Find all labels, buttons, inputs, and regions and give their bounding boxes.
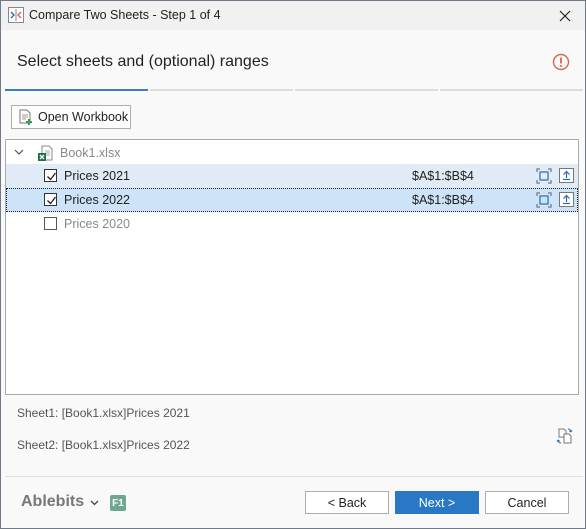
footer-divider [5,476,583,477]
open-workbook-button[interactable]: Open Workbook [11,105,131,129]
open-workbook-label: Open Workbook [38,110,129,124]
step-4-indicator [440,89,583,91]
title-bar: Compare Two Sheets - Step 1 of 4 [1,1,585,30]
step-2-indicator [150,89,293,91]
sheet-checkbox[interactable] [44,217,57,230]
sheet-name: Prices 2021 [64,169,131,183]
sheet-range[interactable]: $A$1:$B$4 [412,169,474,183]
brand-label: Ablebits [21,493,85,510]
step-progress [5,89,583,91]
sheet-row[interactable]: Prices 2021 $A$1:$B$4 [6,164,578,188]
close-button[interactable] [545,1,585,30]
sheet-name: Prices 2022 [64,193,131,207]
ablebits-menu[interactable]: Ablebits [21,493,99,511]
sheet-checkbox[interactable] [44,169,57,182]
sheet-name: Prices 2020 [64,217,131,231]
swap-sheets-icon[interactable] [556,427,574,445]
sheets-tree[interactable]: Book1.xlsx Prices 2021 $A$1:$B$4 Prices … [5,139,579,395]
window-title: Compare Two Sheets - Step 1 of 4 [29,8,221,22]
chevron-down-icon [90,500,99,505]
sheet2-summary: Sheet2: [Book1.xlsx]Prices 2022 [17,438,190,452]
cancel-button[interactable]: Cancel [485,491,569,514]
sheet1-summary: Sheet1: [Book1.xlsx]Prices 2021 [17,406,190,420]
chevron-down-icon[interactable] [14,147,24,157]
step-1-indicator [5,89,148,91]
tree-workbook-node[interactable]: Book1.xlsx [6,141,578,165]
collapse-dialog-icon[interactable] [559,192,574,207]
excel-file-icon [38,145,53,161]
sheet-range[interactable]: $A$1:$B$4 [412,193,474,207]
page-title: Select sheets and (optional) ranges [17,53,269,70]
select-range-icon[interactable] [536,168,552,184]
sheet-checkbox[interactable] [44,193,57,206]
sheet-row[interactable]: Prices 2022 $A$1:$B$4 [6,188,578,212]
checkmark-icon [47,172,57,181]
checkmark-icon [47,196,57,205]
compare-two-sheets-dialog: Compare Two Sheets - Step 1 of 4 Select … [0,0,586,529]
sheet-row[interactable]: Prices 2020 [6,212,578,236]
warning-icon[interactable] [552,53,570,71]
compare-sheets-icon [8,7,24,23]
help-f1-button[interactable]: F1 [110,495,126,511]
workbook-name: Book1.xlsx [60,146,121,160]
select-range-icon[interactable] [536,192,552,208]
step-3-indicator [295,89,438,91]
next-button[interactable]: Next > [395,491,479,514]
close-icon [559,10,571,21]
collapse-dialog-icon[interactable] [559,168,574,183]
open-workbook-icon [18,109,34,125]
back-button[interactable]: < Back [305,491,389,514]
